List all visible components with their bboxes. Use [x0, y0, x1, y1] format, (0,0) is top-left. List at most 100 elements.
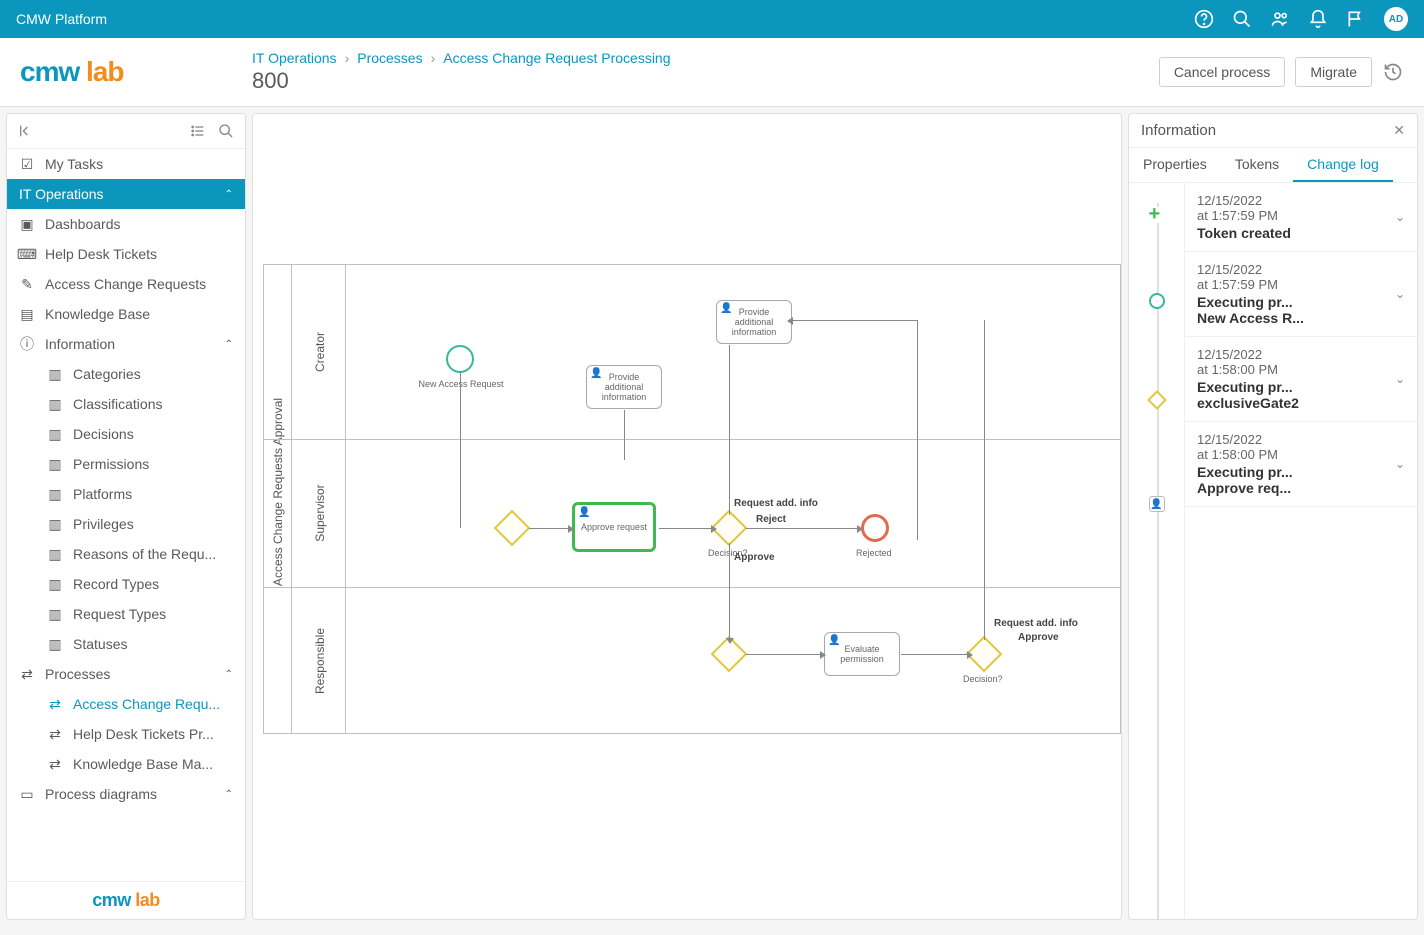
edge-req-add-2: Request add. info — [994, 618, 1078, 629]
nav-classifications[interactable]: ▥Classifications — [31, 389, 245, 419]
nav-kb-process[interactable]: ⇄Knowledge Base Ma... — [31, 749, 245, 779]
nav-label: IT Operations — [19, 186, 215, 202]
nav-information[interactable]: ⓘInformation⌃ — [7, 329, 245, 359]
list-icon: ▥ — [47, 636, 63, 652]
log-date: 12/15/2022 — [1197, 193, 1387, 208]
chevron-right-icon: › — [345, 50, 350, 66]
nav-access-change-process[interactable]: ⇄ Access Change Requ... — [31, 689, 245, 719]
process-icon: ⇄ — [47, 696, 63, 712]
nav-request-types[interactable]: ▥Request Types — [31, 599, 245, 629]
nav-helpdesk-process[interactable]: ⇄Help Desk Tickets Pr... — [31, 719, 245, 749]
info-tabs: Properties Tokens Change log — [1129, 148, 1417, 183]
nav-process-diagrams[interactable]: ▭Process diagrams⌃ — [7, 779, 245, 809]
tab-changelog[interactable]: Change log — [1293, 148, 1393, 182]
log-date: 12/15/2022 — [1197, 262, 1387, 277]
log-event[interactable]: 12/15/2022 at 1:58:00 PM Executing pr...… — [1185, 337, 1417, 422]
nav-label: Processes — [45, 666, 215, 682]
nav-label: Dashboards — [45, 216, 233, 232]
close-icon[interactable]: ✕ — [1393, 122, 1405, 139]
breadcrumb: IT Operations › Processes › Access Chang… — [252, 50, 1159, 66]
list-icon[interactable] — [187, 120, 209, 142]
nav-processes[interactable]: ⇄Processes⌃ — [7, 659, 245, 689]
tab-tokens[interactable]: Tokens — [1221, 148, 1293, 182]
chevron-down-icon[interactable]: ⌄ — [1395, 457, 1405, 471]
nav-knowledge[interactable]: ▤Knowledge Base — [7, 299, 245, 329]
diagram-icon: ▭ — [19, 786, 35, 802]
nav-label: Request Types — [73, 606, 233, 622]
log-event[interactable]: 12/15/2022 at 1:58:00 PM Executing pr...… — [1185, 422, 1417, 507]
decision-label-2: Decision? — [963, 674, 1003, 684]
gateway-1[interactable] — [494, 510, 531, 547]
header-actions: Cancel process Migrate — [1159, 57, 1404, 87]
history-icon[interactable] — [1382, 61, 1404, 83]
log-sub: exclusiveGate2 — [1197, 395, 1387, 411]
cancel-process-button[interactable]: Cancel process — [1159, 57, 1286, 87]
user-icon: 👤 — [1149, 496, 1165, 512]
nav-statuses[interactable]: ▥Statuses — [31, 629, 245, 659]
chevron-down-icon[interactable]: ⌄ — [1395, 210, 1405, 224]
list-icon: ▥ — [47, 486, 63, 502]
nav-it-operations[interactable]: IT Operations ⌃ — [7, 179, 245, 209]
user-avatar[interactable]: AD — [1384, 7, 1408, 31]
chevron-down-icon[interactable]: ⌄ — [1395, 287, 1405, 301]
breadcrumb-item[interactable]: Processes — [357, 50, 422, 66]
nav-access-requests[interactable]: ✎Access Change Requests — [7, 269, 245, 299]
nav-dashboards[interactable]: ▣Dashboards — [7, 209, 245, 239]
search-icon[interactable] — [1232, 9, 1252, 29]
nav-my-tasks[interactable]: ☑ My Tasks — [7, 149, 245, 179]
tab-properties[interactable]: Properties — [1129, 148, 1221, 182]
help-icon[interactable] — [1194, 9, 1214, 29]
nav-information-children: ▥Categories ▥Classifications ▥Decisions … — [7, 359, 245, 659]
nav-label: Knowledge Base Ma... — [73, 756, 233, 772]
nav-label: Access Change Requ... — [73, 696, 233, 712]
nav-categories[interactable]: ▥Categories — [31, 359, 245, 389]
edit-icon: ✎ — [19, 276, 35, 292]
nav-reasons[interactable]: ▥ Reasons of the Requ... — [31, 539, 245, 569]
breadcrumb-item[interactable]: Access Change Request Processing — [443, 50, 670, 66]
nav-platforms[interactable]: ▥Platforms — [31, 479, 245, 509]
sub-header: cmw lab IT Operations › Processes › Acce… — [0, 38, 1424, 107]
top-app-bar: CMW Platform AD — [0, 0, 1424, 38]
user-icon: 👤 — [590, 368, 600, 378]
diagram-canvas[interactable]: Access Change Requests Approval Creator … — [252, 113, 1122, 920]
collapse-icon[interactable] — [15, 120, 37, 142]
tasks-icon: ☑ — [19, 156, 35, 172]
nav-permissions[interactable]: ▥Permissions — [31, 449, 245, 479]
process-icon: ⇄ — [19, 666, 35, 682]
info-panel: Information ✕ Properties Tokens Change l… — [1128, 113, 1418, 920]
breadcrumb-block: IT Operations › Processes › Access Chang… — [252, 50, 1159, 94]
list-icon: ▥ — [47, 576, 63, 592]
nav-decisions[interactable]: ▥Decisions — [31, 419, 245, 449]
events-list: 12/15/2022 at 1:57:59 PM Token created ⌄… — [1185, 183, 1417, 919]
nav-privileges[interactable]: ▥Privileges — [31, 509, 245, 539]
end-event-rejected[interactable] — [861, 514, 889, 542]
lane-responsible: Responsible 👤Evaluate permission Decisio… — [264, 588, 1120, 733]
task-provide-info-2[interactable]: 👤Provide additional information — [586, 365, 662, 409]
task-approve-request[interactable]: 👤Approve request — [572, 502, 656, 552]
lane-creator: Creator New Access Request 👤Provide addi… — [264, 265, 1120, 440]
search-icon[interactable] — [215, 120, 237, 142]
nav-helpdesk[interactable]: ⌨Help Desk Tickets — [7, 239, 245, 269]
migrate-button[interactable]: Migrate — [1295, 57, 1372, 87]
nav-label: Reasons of the Requ... — [73, 546, 233, 562]
edge-req-add: Request add. info — [734, 498, 818, 509]
chevron-right-icon: › — [431, 50, 436, 66]
nav-record-types[interactable]: ▥Record Types — [31, 569, 245, 599]
flag-icon[interactable] — [1346, 9, 1366, 29]
chevron-down-icon[interactable]: ⌄ — [1395, 372, 1405, 386]
logo-part2: lab — [79, 56, 123, 87]
log-event[interactable]: 12/15/2022 at 1:57:59 PM Token created ⌄ — [1185, 183, 1417, 252]
list-icon: ▥ — [47, 546, 63, 562]
log-event[interactable]: 12/15/2022 at 1:57:59 PM Executing pr...… — [1185, 252, 1417, 337]
lane-label: Supervisor — [313, 463, 327, 563]
breadcrumb-item[interactable]: IT Operations — [252, 50, 337, 66]
logo[interactable]: cmw lab — [20, 56, 224, 88]
edge-approve-2: Approve — [1018, 632, 1059, 643]
bell-icon[interactable] — [1308, 9, 1328, 29]
task-evaluate[interactable]: 👤Evaluate permission — [824, 632, 900, 676]
users-icon[interactable] — [1270, 9, 1290, 29]
start-event[interactable] — [446, 345, 474, 373]
sidebar-footer-logo: cmw lab — [7, 881, 245, 919]
process-id: 800 — [252, 68, 1159, 94]
task-provide-info-1[interactable]: 👤Provide additional information — [716, 300, 792, 344]
